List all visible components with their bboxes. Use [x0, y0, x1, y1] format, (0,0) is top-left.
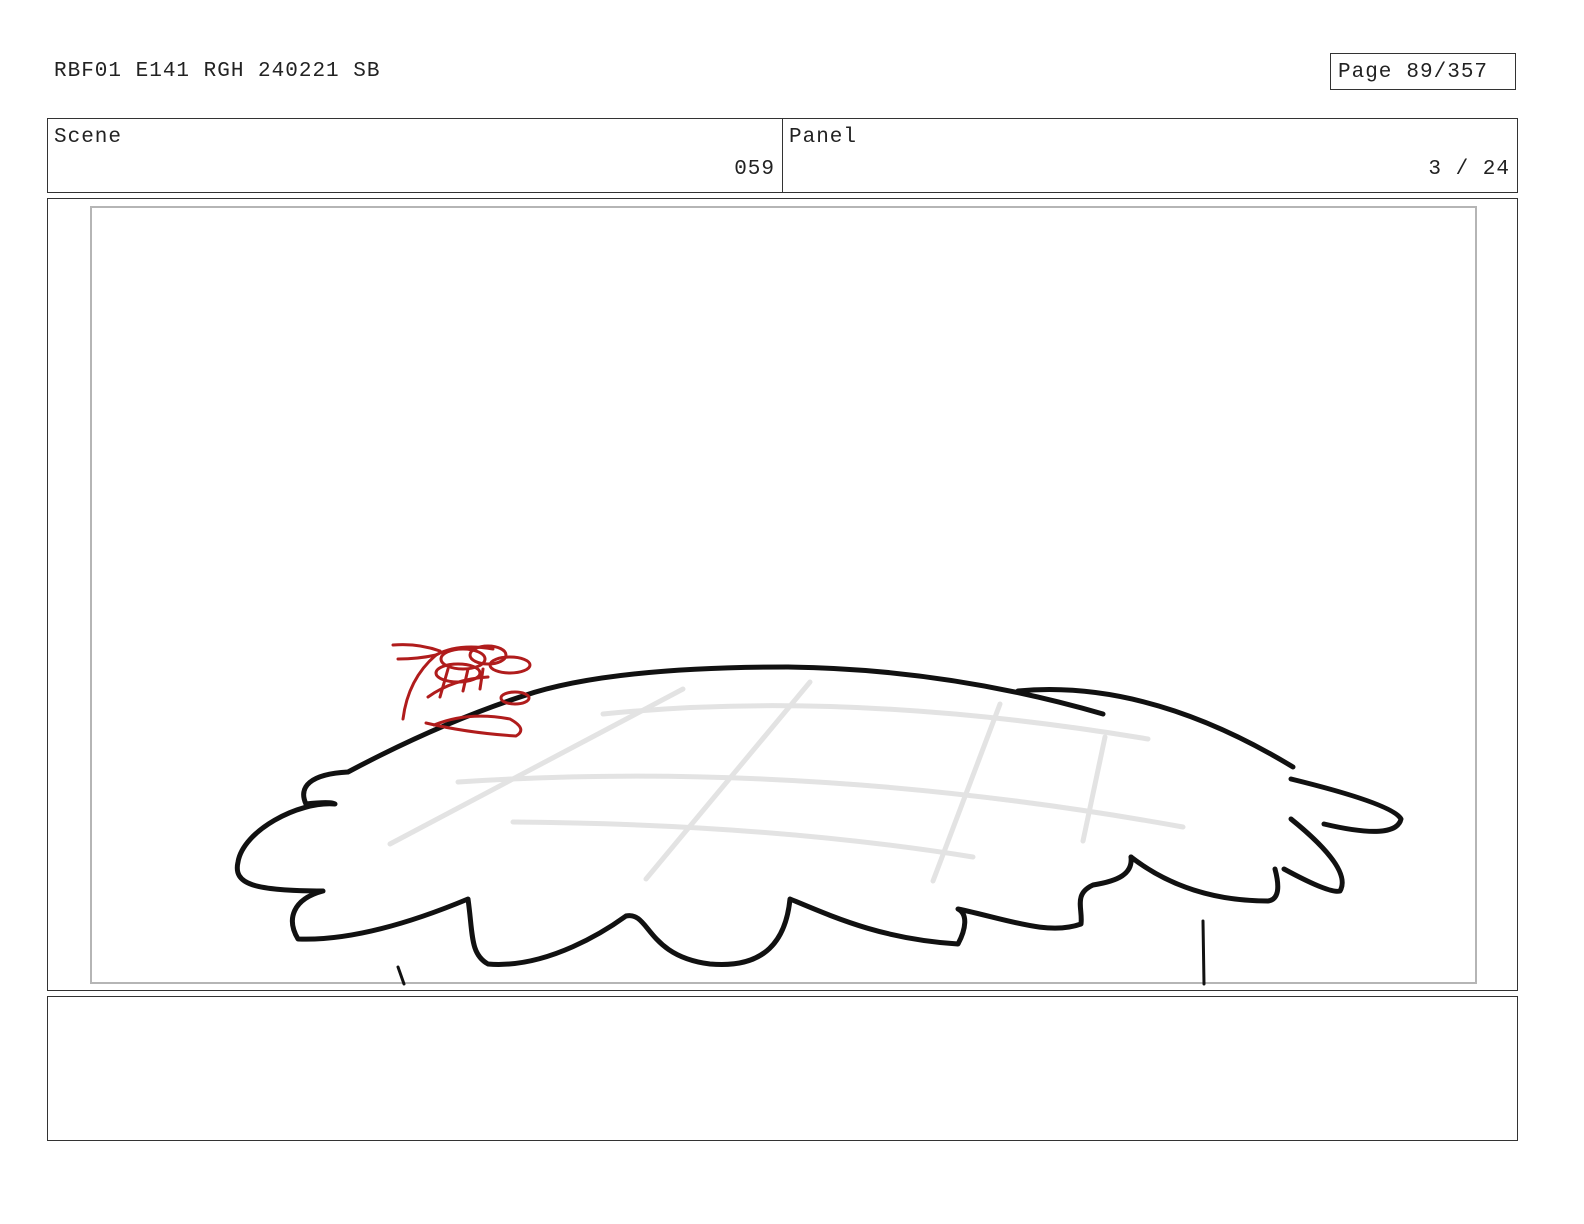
storyboard-panel — [47, 198, 1518, 991]
page-number: 89/357 — [1406, 61, 1489, 84]
page-indicator: Page 89/357 — [1330, 53, 1516, 90]
panel-cell: Panel 3 / 24 — [782, 119, 1517, 192]
scene-number: 059 — [734, 158, 775, 181]
cloud-outline — [234, 664, 1404, 968]
character-sketch — [391, 643, 532, 738]
legs — [396, 919, 1206, 986]
panel-drawing — [90, 206, 1477, 986]
panel-number: 3 / 24 — [1428, 158, 1510, 181]
guide-grid — [387, 679, 1186, 884]
page-label: Page — [1338, 61, 1393, 84]
panel-notes — [47, 996, 1518, 1141]
document-id: RBF01 E141 RGH 240221 SB — [54, 60, 381, 83]
panel-label: Panel — [789, 126, 858, 149]
safe-area-frame — [90, 206, 1477, 984]
scene-cell: Scene 059 — [48, 119, 782, 192]
scene-panel-info: Scene 059 Panel 3 / 24 — [47, 118, 1518, 193]
scene-label: Scene — [54, 126, 123, 149]
